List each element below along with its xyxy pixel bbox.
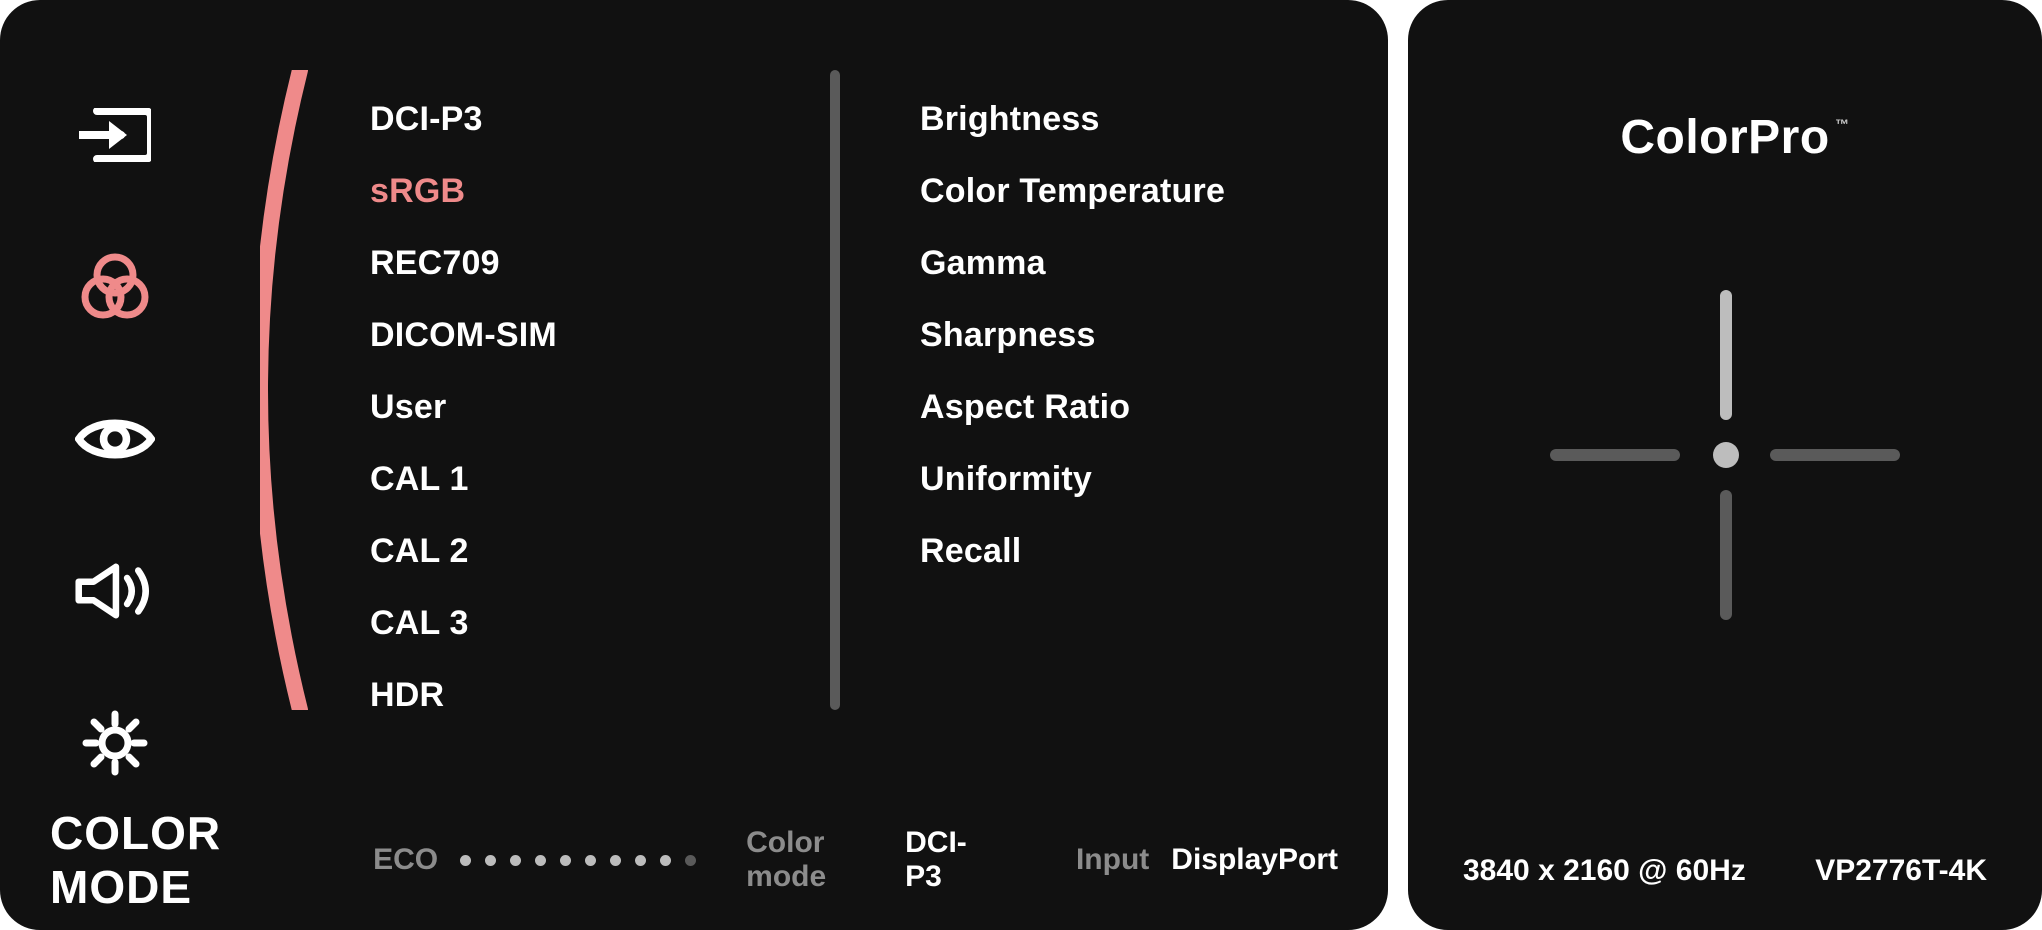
adjust-brightness[interactable]: Brightness bbox=[920, 100, 1225, 139]
eco-dot bbox=[510, 855, 521, 866]
eye-icon[interactable] bbox=[75, 399, 155, 479]
footer: COLOR MODE ECO Color mode DCI-P3 Input D… bbox=[0, 800, 1388, 930]
image-adjust-list: Brightness Color Temperature Gamma Sharp… bbox=[920, 100, 1225, 571]
input-value: DisplayPort bbox=[1171, 843, 1338, 877]
color-icon[interactable] bbox=[75, 247, 155, 327]
joystick-press-icon[interactable] bbox=[1713, 442, 1739, 468]
eco-dot bbox=[460, 855, 471, 866]
column-divider bbox=[830, 70, 840, 710]
eco-dot bbox=[610, 855, 621, 866]
adjust-gamma[interactable]: Gamma bbox=[920, 244, 1225, 283]
footer-eco: ECO bbox=[373, 843, 696, 877]
adjust-recall[interactable]: Recall bbox=[920, 532, 1225, 571]
brand-text: ColorPro bbox=[1620, 111, 1829, 164]
eco-dot bbox=[485, 855, 496, 866]
eco-label: ECO bbox=[373, 843, 438, 877]
gear-icon[interactable] bbox=[75, 703, 155, 783]
footer-title: COLOR MODE bbox=[50, 806, 323, 914]
mode-dci-p3[interactable]: DCI-P3 bbox=[370, 100, 557, 139]
joystick-down-icon[interactable] bbox=[1720, 490, 1732, 620]
color-mode-list: DCI-P3 sRGB REC709 DICOM-SIM User CAL 1 … bbox=[370, 100, 557, 715]
eco-dots bbox=[460, 855, 696, 866]
mode-hdr[interactable]: HDR bbox=[370, 676, 557, 715]
adjust-color-temperature[interactable]: Color Temperature bbox=[920, 172, 1225, 211]
nav-rail bbox=[0, 0, 230, 800]
mode-srgb[interactable]: sRGB bbox=[370, 172, 557, 211]
eco-dot bbox=[635, 855, 646, 866]
color-mode-label: Color mode bbox=[746, 826, 883, 894]
eco-dot bbox=[535, 855, 546, 866]
resolution-value: 3840 x 2160 @ 60Hz bbox=[1463, 854, 1746, 888]
osd-side-panel: ColorPro ™ 3840 x 2160 @ 60Hz VP2776T-4K bbox=[1408, 0, 2042, 930]
mode-dicom-sim[interactable]: DICOM-SIM bbox=[370, 316, 557, 355]
adjust-aspect-ratio[interactable]: Aspect Ratio bbox=[920, 388, 1225, 427]
mode-rec709[interactable]: REC709 bbox=[370, 244, 557, 283]
audio-icon[interactable] bbox=[75, 551, 155, 631]
mode-cal3[interactable]: CAL 3 bbox=[370, 604, 557, 643]
joystick-left-icon[interactable] bbox=[1550, 449, 1680, 461]
model-value: VP2776T-4K bbox=[1815, 854, 1987, 888]
joystick-indicator bbox=[1525, 275, 1925, 635]
osd-main-panel: DCI-P3 sRGB REC709 DICOM-SIM User CAL 1 … bbox=[0, 0, 1388, 930]
eco-dot bbox=[585, 855, 596, 866]
adjust-uniformity[interactable]: Uniformity bbox=[920, 460, 1225, 499]
joystick-up-icon[interactable] bbox=[1720, 290, 1732, 420]
adjust-sharpness[interactable]: Sharpness bbox=[920, 316, 1225, 355]
footer-color-mode: Color mode DCI-P3 bbox=[746, 826, 986, 894]
mode-user[interactable]: User bbox=[370, 388, 557, 427]
eco-dot bbox=[685, 855, 696, 866]
eco-dot bbox=[660, 855, 671, 866]
joystick-right-icon[interactable] bbox=[1770, 449, 1900, 461]
main-area: DCI-P3 sRGB REC709 DICOM-SIM User CAL 1 … bbox=[0, 0, 1388, 800]
input-icon[interactable] bbox=[75, 95, 155, 175]
brand-logo: ColorPro ™ bbox=[1620, 110, 1829, 165]
footer-input: Input DisplayPort bbox=[1076, 843, 1338, 877]
eco-dot bbox=[560, 855, 571, 866]
trademark-icon: ™ bbox=[1835, 116, 1850, 132]
color-mode-value: DCI-P3 bbox=[905, 826, 986, 894]
mode-cal1[interactable]: CAL 1 bbox=[370, 460, 557, 499]
input-label: Input bbox=[1076, 843, 1149, 877]
side-footer: 3840 x 2160 @ 60Hz VP2776T-4K bbox=[1408, 854, 2042, 888]
mode-cal2[interactable]: CAL 2 bbox=[370, 532, 557, 571]
